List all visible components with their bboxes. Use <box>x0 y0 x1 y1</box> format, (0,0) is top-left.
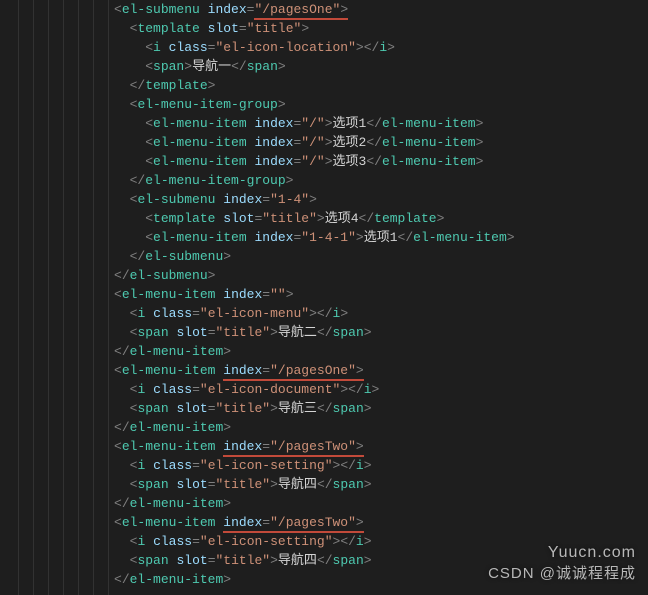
watermark-author: CSDN @诚诚程程成 <box>488 565 636 582</box>
code-line[interactable]: </el-menu-item-group> <box>36 171 515 190</box>
code-line[interactable]: <span slot="title">导航三</span> <box>36 399 515 418</box>
code-line[interactable]: <span>导航一</span> <box>36 57 515 76</box>
code-line[interactable]: <template slot="title"> <box>36 19 515 38</box>
code-line[interactable]: <i class="el-icon-setting"></i> <box>36 532 515 551</box>
code-line[interactable]: <span slot="title">导航四</span> <box>36 475 515 494</box>
watermark-site: Yuucn.com <box>488 543 636 562</box>
code-line[interactable]: <span slot="title">导航四</span> <box>36 551 515 570</box>
code-line[interactable]: <el-menu-item index=""> <box>36 285 515 304</box>
code-line[interactable]: <el-menu-item index="1-4-1">选项1</el-menu… <box>36 228 515 247</box>
code-line[interactable]: </el-submenu> <box>36 266 515 285</box>
code-line[interactable]: <el-menu-item index="/">选项1</el-menu-ite… <box>36 114 515 133</box>
code-line[interactable]: <el-submenu index="/pagesOne"> <box>36 0 515 19</box>
code-line[interactable]: </el-submenu> <box>36 247 515 266</box>
code-line[interactable]: <el-menu-item index="/pagesTwo"> <box>36 437 515 456</box>
code-line[interactable]: <template slot="title">选项4</template> <box>36 209 515 228</box>
code-content[interactable]: <el-submenu index="/pagesOne"> <template… <box>16 0 515 595</box>
code-line[interactable]: <el-menu-item index="/pagesOne"> <box>36 361 515 380</box>
code-line[interactable]: <el-menu-item index="/pagesTwo"> <box>36 513 515 532</box>
code-line[interactable]: </el-menu-item> <box>36 570 515 589</box>
line-gutter <box>0 0 16 595</box>
code-line[interactable]: <el-menu-item index="/">选项3</el-menu-ite… <box>36 152 515 171</box>
code-line[interactable]: <span slot="title">导航二</span> <box>36 323 515 342</box>
code-line[interactable]: <i class="el-icon-menu"></i> <box>36 304 515 323</box>
code-line[interactable]: <i class="el-icon-location"></i> <box>36 38 515 57</box>
watermark: Yuucn.com CSDN @诚诚程程成 <box>488 543 636 583</box>
code-line[interactable]: </el-menu-item> <box>36 342 515 361</box>
code-line[interactable]: <i class="el-icon-document"></i> <box>36 380 515 399</box>
code-line[interactable]: <el-submenu index="1-4"> <box>36 190 515 209</box>
code-line[interactable]: </template> <box>36 76 515 95</box>
code-line[interactable]: <el-menu-item-group> <box>36 95 515 114</box>
code-line[interactable]: </el-menu-item> <box>36 418 515 437</box>
code-line[interactable]: <el-menu-item index="/">选项2</el-menu-ite… <box>36 133 515 152</box>
code-line[interactable]: <i class="el-icon-setting"></i> <box>36 456 515 475</box>
code-line[interactable]: </el-menu-item> <box>36 494 515 513</box>
code-editor: <el-submenu index="/pagesOne"> <template… <box>0 0 648 595</box>
